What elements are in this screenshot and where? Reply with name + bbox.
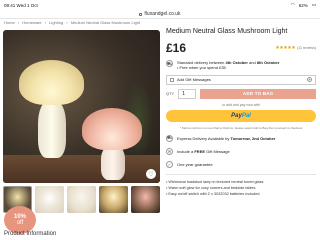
divider	[0, 18, 320, 19]
breadcrumb-sep: ›	[44, 20, 47, 25]
quantity-input[interactable]: 1	[178, 88, 197, 99]
standard-delivery: ⛟ Standard delivery between 4th October …	[166, 60, 316, 71]
paypal-button[interactable]: Pay Pal	[166, 109, 316, 122]
truck-icon: ⛟	[166, 60, 173, 67]
guarantee-info: ✓ One year guarantee	[166, 160, 316, 168]
image-stem-left	[38, 100, 66, 158]
thumbnail-2[interactable]	[35, 186, 64, 213]
image-stem-right	[101, 145, 125, 180]
add-to-bag-button[interactable]: ADD TO BAG	[200, 88, 316, 99]
breadcrumb-sep: ›	[66, 20, 68, 25]
heart-icon[interactable]: ♡	[146, 169, 156, 179]
product-main-image[interactable]: ♡	[3, 30, 160, 183]
klarna-note: * Klarna minimum to use Klarna Options; …	[179, 125, 303, 130]
reviews-summary[interactable]: ★★★★★ (11 reviews)	[275, 45, 316, 51]
image-cap-left	[19, 60, 84, 105]
image-cap-right	[82, 108, 142, 150]
gift-icon: ✉	[166, 147, 173, 155]
breadcrumb-homeware[interactable]: Homeware	[22, 20, 41, 25]
price-row: £16 ★★★★★ (11 reviews)	[166, 41, 316, 55]
feature-bullets: Whimsical toadstool lamp in textured neu…	[166, 180, 316, 198]
lock-icon	[139, 12, 143, 16]
section-title: Product Information	[4, 231, 57, 237]
wifi-icon: ◠	[290, 2, 295, 7]
breadcrumb-current: Medium Neutral Glass Mushroom Light	[70, 20, 141, 25]
status-indicators: ◠ 62% ▭	[291, 2, 316, 8]
free-delivery-note: • Free when you spend £35	[177, 65, 226, 71]
status-bar: 09:41 Wed 1 Oct ◠ 62% ▭	[0, 0, 320, 10]
battery-label: 62%	[298, 2, 308, 8]
delivery-text: Standard delivery between 4th October an…	[177, 60, 280, 71]
shield-icon: ✓	[166, 160, 173, 168]
plus-icon[interactable]: +	[307, 77, 312, 83]
gift-label: Add Gift Messages	[177, 77, 211, 83]
discount-badge[interactable]: 10% off	[4, 206, 36, 234]
battery-icon: ▭	[311, 2, 316, 7]
guarantee-text: One year guarantee	[177, 161, 213, 167]
url-text: fluxandgel.co.uk	[144, 11, 181, 17]
gift-checkbox[interactable]	[170, 77, 174, 82]
status-time: 09:41 Wed 1 Oct	[4, 2, 38, 8]
thumbnail-3[interactable]	[67, 186, 96, 213]
breadcrumb-sep: ›	[17, 20, 20, 25]
thumbnail-5[interactable]	[131, 186, 160, 213]
list-item: Easy on/off switch with 2 x 3032032 batt…	[166, 192, 316, 198]
breadcrumb: Home › Homeware › Lighting › Medium Neut…	[4, 20, 142, 25]
quantity-row: QTY 1 ADD TO BAG	[166, 88, 316, 99]
divider	[166, 173, 316, 175]
qty-label: QTY	[166, 91, 175, 97]
express-icon: ⛟	[166, 134, 173, 142]
gift-message-info: ✉ Include a FREE Gift Message	[166, 147, 230, 155]
or-pay-label: or add and pay now with	[222, 102, 260, 107]
discount-off: off	[16, 220, 24, 226]
star-rating-icon: ★★★★★	[275, 45, 296, 51]
product-details: Medium Neutral Glass Mushroom Light £16 …	[166, 28, 316, 198]
review-count: (11 reviews)	[297, 46, 316, 50]
breadcrumb-home[interactable]: Home	[4, 20, 15, 25]
address-bar[interactable]: fluxandgel.co.uk	[0, 10, 320, 18]
product-price: £16	[166, 41, 187, 55]
gift-message-toggle[interactable]: Add Gift Messages +	[166, 74, 316, 85]
thumbnail-4[interactable]	[99, 186, 128, 213]
express-delivery: ⛟ Express Delivery Available by Tomorrow…	[166, 134, 276, 142]
image-table	[3, 155, 160, 183]
breadcrumb-lighting[interactable]: Lighting	[49, 20, 63, 25]
product-title: Medium Neutral Glass Mushroom Light	[166, 28, 288, 35]
